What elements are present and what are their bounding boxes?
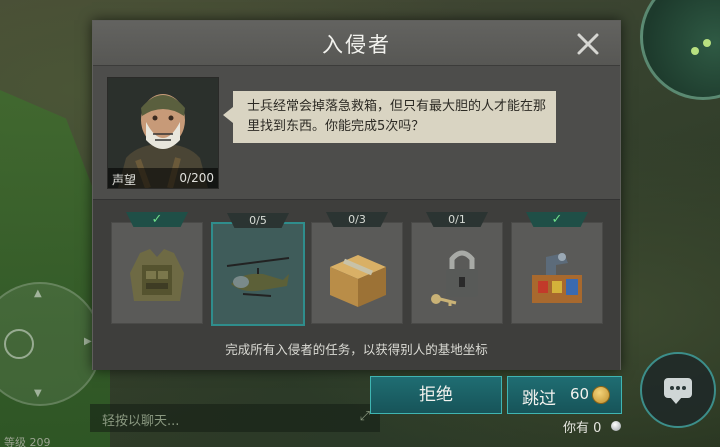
gold-coin-icon xyxy=(592,386,610,404)
balance-value: 0 xyxy=(593,421,602,436)
joystick-knob[interactable] xyxy=(4,329,34,359)
task-helicopter[interactable]: 0/5 xyxy=(211,213,305,326)
reputation-value: 0/200 xyxy=(179,171,214,185)
reputation-label: 声望 xyxy=(112,173,137,187)
chat-bubble-icon xyxy=(664,378,692,404)
expand-icon[interactable]: ⤢ xyxy=(360,409,370,424)
workbench-icon xyxy=(532,253,582,303)
task-badge: 0/3 xyxy=(326,212,388,227)
invader-dialog: 入侵者 声望 0/200 士兵经常会掉落急救箱，但只有最大胆的人才能在那里找到东… xyxy=(92,20,621,370)
arrow-right-icon: ▶ xyxy=(84,336,92,347)
armor-vest-icon xyxy=(130,249,184,301)
close-icon xyxy=(577,33,599,55)
silver-coin-icon xyxy=(611,421,621,431)
skip-button[interactable]: 跳过 60 xyxy=(507,376,622,414)
task-workbench[interactable]: ✓ xyxy=(511,212,603,324)
task-armor-vest[interactable]: ✓ xyxy=(111,212,203,324)
reputation-bar: 声望 0/200 xyxy=(108,168,218,188)
cardboard-box-icon xyxy=(330,255,386,307)
dialog-header: 入侵者 xyxy=(93,21,620,66)
dialog-title: 入侵者 xyxy=(322,33,391,57)
task-badge: 0/5 xyxy=(227,213,289,228)
chat-input[interactable]: 轻按以聊天... ⤢ xyxy=(90,404,380,432)
refuse-button[interactable]: 拒绝 xyxy=(370,376,502,414)
skip-label: 跳过 xyxy=(522,389,556,409)
footer-note: 完成所有入侵者的任务，以获得别人的基地坐标 xyxy=(225,342,488,357)
arrow-up-icon: ▲ xyxy=(34,288,42,299)
player-level: 等级 209 xyxy=(4,436,51,447)
balance-label: 你有 xyxy=(563,421,590,436)
arrow-down-icon: ▼ xyxy=(34,388,42,399)
chat-button[interactable] xyxy=(640,352,716,428)
npc-portrait: 声望 0/200 xyxy=(107,77,219,189)
tasks-panel: ✓ 0/5 0/3 0/1 ✓ 完成所有入侵者的任务，以获得别人的基地坐标 xyxy=(93,199,620,370)
task-badge: ✓ xyxy=(126,212,188,227)
task-badge: 0/1 xyxy=(426,212,488,227)
padlock-key-icon xyxy=(431,250,478,306)
task-supply-box[interactable]: 0/3 xyxy=(311,212,403,324)
balance: 你有 0 xyxy=(563,417,621,436)
skip-cost: 60 xyxy=(570,385,590,403)
task-badge: ✓ xyxy=(526,212,588,227)
close-button[interactable] xyxy=(575,31,601,57)
minimap-marker xyxy=(703,39,711,47)
minimap-marker xyxy=(691,47,699,55)
task-padlock[interactable]: 0/1 xyxy=(411,212,503,324)
helicopter-icon xyxy=(226,257,290,297)
chat-placeholder: 轻按以聊天... xyxy=(102,414,180,429)
speech-bubble: 士兵经常会掉落急救箱，但只有最大胆的人才能在那里找到东西。你能完成5次吗？ xyxy=(223,91,556,143)
